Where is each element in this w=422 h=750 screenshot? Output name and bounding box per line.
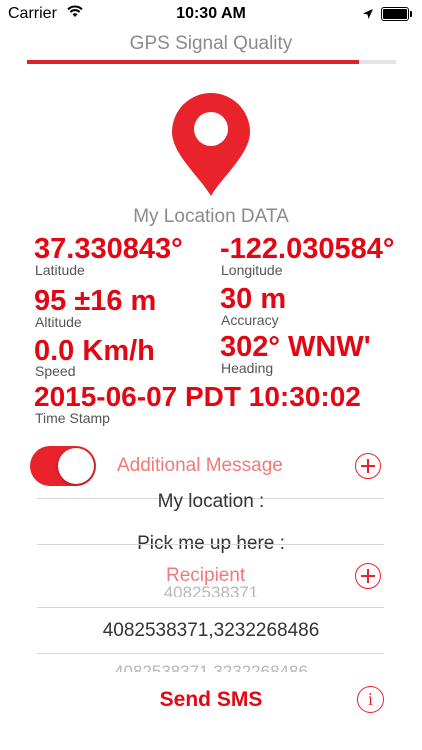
speed-label: Speed xyxy=(35,363,76,379)
timestamp-value: 2015-06-07 PDT 10:30:02 xyxy=(34,381,361,412)
recipient-option-above[interactable]: 4082538371 xyxy=(0,583,422,597)
status-bar: Carrier 10:30 AM xyxy=(0,0,422,30)
message-option-my-location[interactable]: My location : xyxy=(0,491,422,513)
latitude-value: 37.330843° xyxy=(34,233,183,265)
latitude-label: Latitude xyxy=(35,262,85,278)
longitude-label: Longitude xyxy=(221,262,283,278)
additional-message-label: Additional Message xyxy=(117,455,283,476)
recipient-option-selected[interactable]: 4082538371,3232268486 xyxy=(0,620,422,642)
add-message-button[interactable] xyxy=(355,453,381,479)
heading-value: 302° WNW' xyxy=(220,331,371,363)
timestamp-label: Time Stamp xyxy=(35,410,110,426)
clock: 10:30 AM xyxy=(176,5,246,22)
recipient-picker-divider-bottom xyxy=(37,653,384,654)
map-pin-icon xyxy=(170,92,252,201)
altitude-value: 95 ±16 m xyxy=(34,285,157,317)
heading-label: Heading xyxy=(221,360,274,376)
additional-message-toggle[interactable] xyxy=(30,446,96,486)
battery-tip xyxy=(410,11,412,17)
location-arrow-icon xyxy=(362,7,374,25)
location-section-title: My Location DATA xyxy=(133,206,289,227)
longitude-value: -122.030584° xyxy=(220,233,395,265)
battery-icon xyxy=(381,7,409,21)
speed-value: 0.0 Km/h xyxy=(34,335,155,367)
signal-quality-bar xyxy=(27,60,359,64)
accuracy-value: 30 m xyxy=(220,283,287,315)
altitude-label: Altitude xyxy=(35,314,82,330)
battery-fill xyxy=(383,9,407,19)
recipient-picker-divider-top xyxy=(37,607,384,608)
recipient-option-below[interactable]: 4082538371,3232268486 xyxy=(0,662,422,672)
accuracy-label: Accuracy xyxy=(221,312,279,328)
page-title: GPS Signal Quality xyxy=(129,33,293,54)
info-button[interactable]: i xyxy=(357,686,384,713)
toggle-knob xyxy=(58,448,94,484)
message-picker-divider-bottom xyxy=(37,544,384,545)
